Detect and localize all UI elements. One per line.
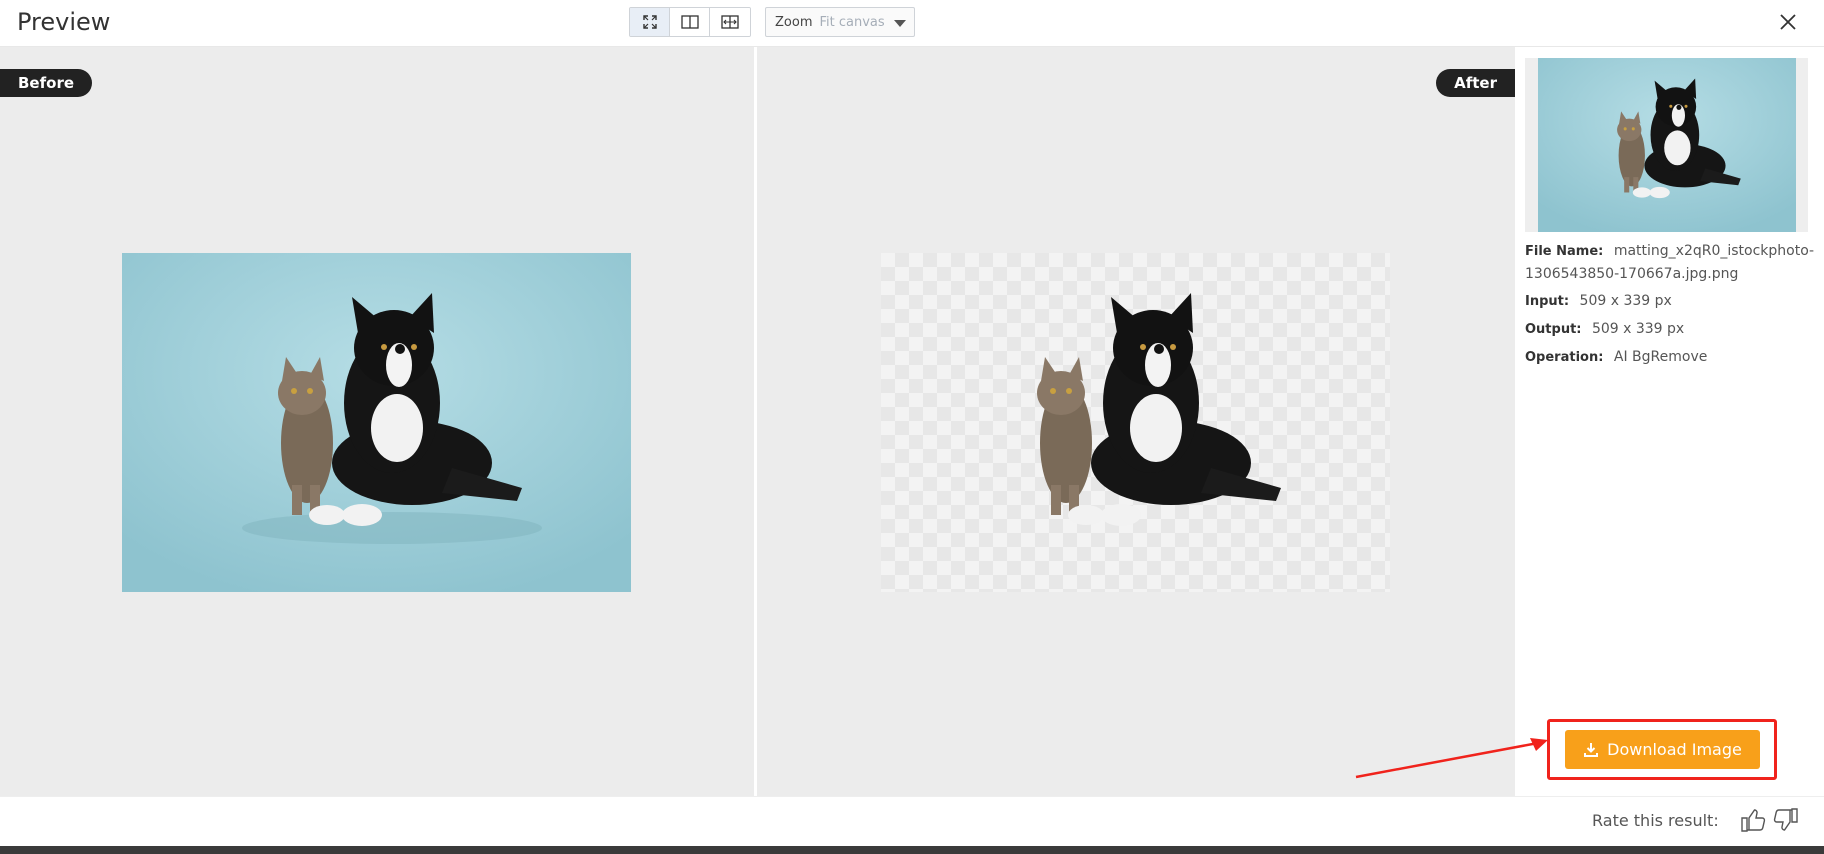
thumbs-down-icon <box>1773 808 1798 831</box>
panel-scrollbar[interactable] <box>1812 57 1820 777</box>
compare-slider-icon <box>721 15 739 29</box>
before-label: Before <box>0 69 93 97</box>
input-size-row: Input: 509 x 339 px <box>1525 290 1820 313</box>
output-value: 509 x 339 px <box>1591 321 1685 337</box>
dialog-header: Preview Zoom Fit canvas <box>0 0 1824 47</box>
split-divider[interactable] <box>754 47 757 796</box>
preview-dialog: Preview Zoom Fit canvas Before After Fil… <box>0 0 1824 854</box>
zoom-label: Zoom <box>775 14 813 30</box>
rating-footer: Rate this result: <box>0 796 1824 844</box>
result-thumbnail[interactable] <box>1538 58 1796 232</box>
download-label: Download Image <box>1607 740 1742 759</box>
thumbs-down-button[interactable] <box>1772 806 1802 836</box>
thumbnail-frame <box>1525 58 1808 232</box>
operation-row: Operation: AI BgRemove <box>1525 346 1820 369</box>
details-panel: File Name: matting_x2qR0_istockphoto-130… <box>1515 47 1824 796</box>
file-name-row: File Name: matting_x2qR0_istockphoto-130… <box>1525 240 1820 285</box>
after-label: After <box>1436 69 1515 97</box>
chevron-down-icon <box>894 20 906 27</box>
compare-stage: Before After <box>0 47 1515 796</box>
view-mode-toggle <box>629 7 751 37</box>
file-info: File Name: matting_x2qR0_istockphoto-130… <box>1525 240 1820 374</box>
zoom-value: Fit canvas <box>819 14 885 30</box>
annotation-arrow <box>1355 738 1548 779</box>
input-key: Input: <box>1525 294 1570 309</box>
split-view-button[interactable] <box>670 8 710 36</box>
split-view-icon <box>680 15 699 29</box>
zoom-select[interactable]: Zoom Fit canvas <box>765 7 915 37</box>
input-value: 509 x 339 px <box>1579 293 1672 309</box>
after-image <box>881 253 1390 592</box>
download-image-button[interactable]: Download Image <box>1565 730 1760 769</box>
page-title: Preview <box>17 8 111 36</box>
output-key: Output: <box>1525 322 1582 337</box>
thumbs-up-icon <box>1741 809 1766 832</box>
output-size-row: Output: 509 x 339 px <box>1525 318 1820 341</box>
operation-value: AI BgRemove <box>1613 349 1708 365</box>
compare-slider-button[interactable] <box>710 8 750 36</box>
download-icon <box>1584 742 1599 757</box>
operation-key: Operation: <box>1525 350 1604 365</box>
fit-view-button[interactable] <box>630 8 670 36</box>
thumbs-up-button[interactable] <box>1739 806 1769 836</box>
before-image <box>122 253 631 592</box>
close-button[interactable] <box>1776 10 1800 34</box>
file-name-key: File Name: <box>1525 244 1604 259</box>
rate-label: Rate this result: <box>1592 811 1719 830</box>
fit-to-screen-icon <box>642 15 657 29</box>
close-icon <box>1780 14 1796 30</box>
bottom-edge-bar <box>0 846 1824 854</box>
